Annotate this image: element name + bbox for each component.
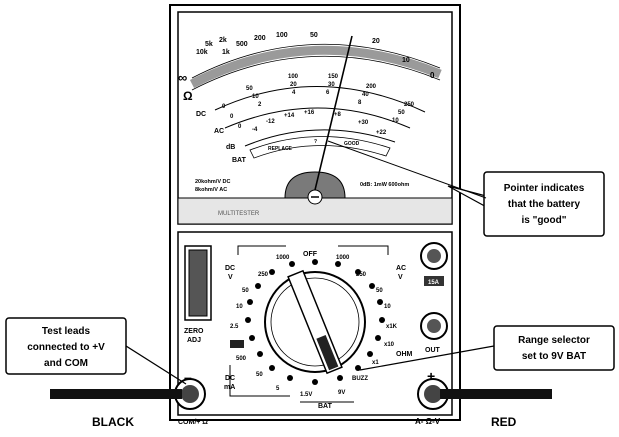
range-callout-text: Range selector xyxy=(518,335,590,346)
pointer-callout-text: that the battery xyxy=(508,199,581,210)
jack-minus-symbol: – xyxy=(184,369,192,385)
ohm-scale-label: 0 xyxy=(430,71,435,80)
dial-ma-50-label: 50 xyxy=(256,372,263,378)
ohm-scale-label: 50 xyxy=(310,32,318,39)
zero-adj-label: ADJ xyxy=(187,337,201,344)
ohm-scale-label: 500 xyxy=(236,41,248,48)
dial-dc-label: DC xyxy=(225,265,235,272)
dial-dcv-250-label: 250 xyxy=(258,272,269,278)
dial-dcv-2.5-label: 2.5 xyxy=(230,324,239,330)
ohm-scale-label: 2k xyxy=(219,37,227,44)
dial-acv-250-label: 250 xyxy=(356,272,367,278)
db-reference-label: 0dB: 1mW 600ohm xyxy=(360,182,409,188)
dial-dcv-1000-label: 1000 xyxy=(276,255,290,261)
ohm-scale-label: 10k xyxy=(196,49,208,56)
dial-marker-icon xyxy=(230,340,244,348)
black-test-lead xyxy=(50,389,182,399)
dial-acv-50-label: 50 xyxy=(376,288,383,294)
db-tick-label: -4 xyxy=(252,127,258,133)
sensitivity-dc-label: 20kohm/V DC xyxy=(195,179,230,185)
range-callout-box xyxy=(493,325,615,371)
dial-ac-label: AC xyxy=(396,265,406,272)
dial-v-label: V xyxy=(398,274,403,281)
pointer-callout-text: is "good" xyxy=(521,215,566,226)
brand-label: MULTITESTER xyxy=(218,211,260,217)
dial-ma-500-label: 500 xyxy=(236,356,247,362)
dial-off-label: OFF xyxy=(303,251,318,258)
multimeter-diagram: ∞ 10k 5k 2k 1k 500 200 100 50 20 10 0 Ω … xyxy=(0,0,619,433)
bat-label: BAT xyxy=(232,157,247,164)
volt-tick-label: 30 xyxy=(328,82,335,88)
db-tick-label: +30 xyxy=(358,120,369,126)
volt-tick-label: 100 xyxy=(288,74,299,80)
jack-positive-label: A- Ω-V xyxy=(415,417,441,426)
zero-adj-knob[interactable] xyxy=(188,249,208,317)
jack-com-label: COM/+ Ω xyxy=(178,419,208,426)
bat-good-label: GOOD xyxy=(344,141,360,147)
dial-bat-9v-label: 9V xyxy=(338,390,345,396)
volt-tick-label: 20 xyxy=(290,82,297,88)
jack-15a-label: 15A xyxy=(428,280,440,286)
volt-tick-label: 250 xyxy=(404,102,415,108)
db-tick-label: +22 xyxy=(376,130,387,136)
db-label: dB xyxy=(226,144,235,151)
db-tick-label: -12 xyxy=(266,119,275,125)
dial-bat-label: BAT xyxy=(318,403,333,410)
test-leads-callout-text: connected to +V xyxy=(27,342,105,353)
dial-acv-10-label: 10 xyxy=(384,304,391,310)
red-lead-label: RED xyxy=(491,415,517,429)
ohm-scale-label: 200 xyxy=(254,35,266,42)
ohm-scale-label: 20 xyxy=(372,38,380,45)
volt-tick-label: 150 xyxy=(328,74,339,80)
dial-dc-label: DC xyxy=(225,375,235,382)
bat-mid-label: ? xyxy=(314,139,317,145)
dial-ohm-x1k-label: x1K xyxy=(386,324,398,330)
dc-label: DC xyxy=(196,111,206,118)
dial-ohm-x10-label: x10 xyxy=(384,342,395,348)
volt-tick-label: 50 xyxy=(246,86,253,92)
bat-replace-label: REPLACE xyxy=(268,146,293,152)
test-leads-callout-text: Test leads xyxy=(42,326,91,337)
ohm-scale-label: 100 xyxy=(276,32,288,39)
db-tick-label: +14 xyxy=(284,113,295,119)
black-lead-label: BLACK xyxy=(92,415,134,429)
zero-adj-label: ZERO xyxy=(184,328,204,335)
diagram-svg: ∞ 10k 5k 2k 1k 500 200 100 50 20 10 0 Ω … xyxy=(5,4,615,429)
volt-tick-label: 50 xyxy=(398,110,405,116)
volt-tick-label: 10 xyxy=(392,118,399,124)
jack-plus-symbol: + xyxy=(427,368,435,384)
sensitivity-ac-label: 8kohm/V AC xyxy=(195,187,227,193)
dial-dcv-50-label: 50 xyxy=(242,288,249,294)
jack-out-label: OUT xyxy=(425,347,441,354)
dial-bat-1.5v-label: 1.5V xyxy=(300,392,312,398)
volt-tick-label: 200 xyxy=(366,84,377,90)
db-tick-label: +16 xyxy=(304,110,315,116)
volt-tick-label: 40 xyxy=(362,92,369,98)
dial-dcv-10-label: 10 xyxy=(236,304,243,310)
dial-v-label: V xyxy=(228,274,233,281)
dial-ma-label: mA xyxy=(224,384,235,391)
range-callout-text: set to 9V BAT xyxy=(522,351,586,362)
ohm-scale-label: 5k xyxy=(205,41,213,48)
volt-tick-label: 10 xyxy=(252,94,259,100)
pointer-callout-text: Pointer indicates xyxy=(504,183,585,194)
ohm-scale-label: 1k xyxy=(222,49,230,56)
dial-buzz-label: BUZZ xyxy=(352,376,368,382)
dial-acv-1000-label: 1000 xyxy=(336,255,350,261)
ac-label: AC xyxy=(214,128,224,135)
dial-ohm-x1-label: x1 xyxy=(372,360,379,366)
red-test-lead xyxy=(440,389,552,399)
db-tick-label: +8 xyxy=(334,112,342,118)
test-leads-callout-text: and COM xyxy=(44,358,88,369)
ohm-scale-label: 10 xyxy=(402,57,410,64)
ohm-symbol-label: Ω xyxy=(183,89,193,103)
dial-ohm-label: OHM xyxy=(396,351,413,358)
ohm-scale-label: ∞ xyxy=(178,70,187,85)
